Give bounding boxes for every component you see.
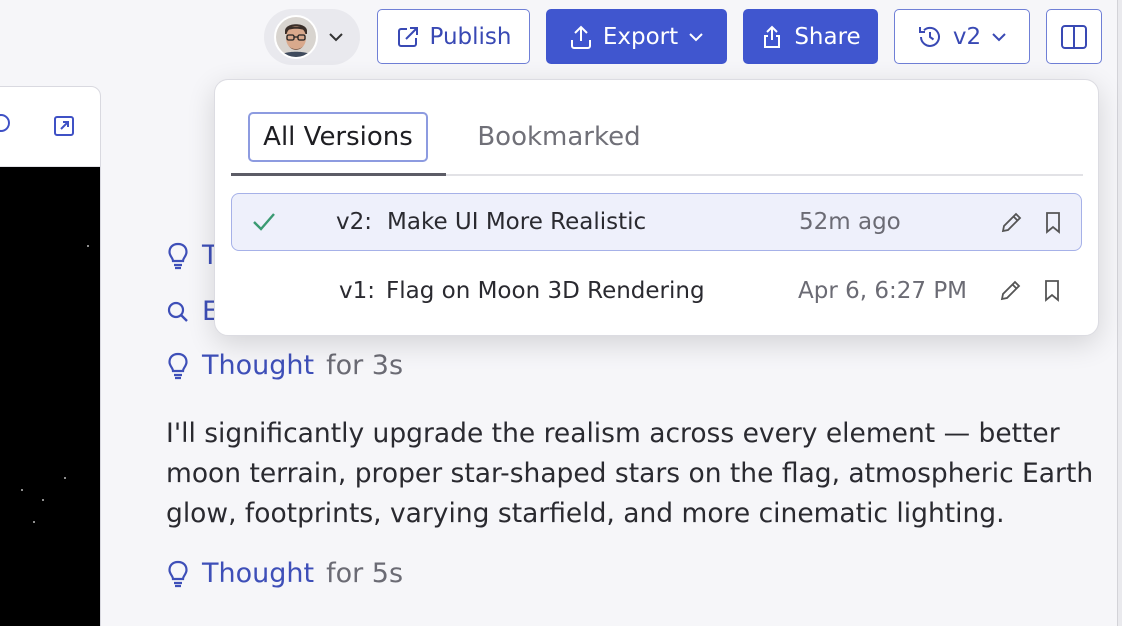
preview-panel [0,86,101,626]
bookmark-icon[interactable] [1043,279,1061,303]
chevron-down-icon [992,32,1006,41]
refresh-icon[interactable] [0,114,10,132]
chevron-down-icon [329,33,343,42]
thought-duration: for 3s [326,350,404,381]
app-page: T E Thought for 3s I'll significantly up… [0,0,1122,626]
version-history-button[interactable]: v2 [894,9,1030,64]
version-item[interactable]: v1: Flag on Moon 3D Rendering Apr 6, 6:2… [231,262,1082,320]
preview-toolbar [0,87,100,167]
upload-icon [570,25,591,49]
open-external-icon [397,26,418,47]
export-button[interactable]: Export [546,9,727,64]
share-label: Share [794,23,861,50]
lightbulb-icon [168,560,188,587]
chevron-down-icon [689,32,703,41]
tab-all-versions[interactable]: All Versions [248,112,428,162]
versions-tabs: All Versions Bookmarked [231,80,1083,176]
bookmark-icon[interactable] [1044,211,1062,235]
assistant-message: I'll significantly upgrade the realism a… [166,418,1094,529]
open-external-icon[interactable] [53,115,75,137]
thought-link[interactable]: Thought [202,558,314,589]
thought-duration: for 5s [326,558,404,589]
top-toolbar: Publish Export Share v2 [0,0,1122,72]
tab-bookmarked[interactable]: Bookmarked [457,112,661,162]
thought-link[interactable]: Thought [202,350,314,381]
split-panel-icon [1061,24,1087,49]
publish-label: Publish [429,23,512,50]
version-title: Flag on Moon 3D Rendering [386,278,705,304]
scrollbar[interactable] [1117,0,1122,626]
account-menu-button[interactable] [264,9,360,65]
version-number: v1: [339,278,375,304]
versions-dropdown: All Versions Bookmarked v2: Make UI More… [214,79,1099,336]
lightbulb-icon [168,352,188,379]
pencil-icon[interactable] [999,278,1023,302]
search-row-partial: E [166,296,219,327]
version-time: 52m ago [799,209,901,235]
avatar [274,15,318,59]
version-number: v2: [336,209,372,235]
version-title: Make UI More Realistic [387,209,647,235]
version-label: v2 [952,23,982,50]
lightbulb-icon [168,242,188,269]
thought-row-partial-1: T [166,240,219,271]
search-icon [167,301,188,322]
version-time: Apr 6, 6:27 PM [798,278,968,304]
active-tab-indicator [231,173,446,176]
export-label: Export [602,23,679,50]
history-icon [918,26,940,47]
share-button[interactable]: Share [743,9,878,64]
preview-canvas[interactable] [0,167,100,626]
publish-button[interactable]: Publish [377,9,530,64]
share-icon [764,25,781,48]
version-item[interactable]: v2: Make UI More Realistic 52m ago [231,193,1082,251]
thought-row-1: Thought for 3s [166,350,403,381]
check-icon [253,213,275,231]
toggle-panel-button[interactable] [1046,9,1102,64]
thought-row-2: Thought for 5s [166,558,403,589]
pencil-icon[interactable] [1000,210,1024,234]
